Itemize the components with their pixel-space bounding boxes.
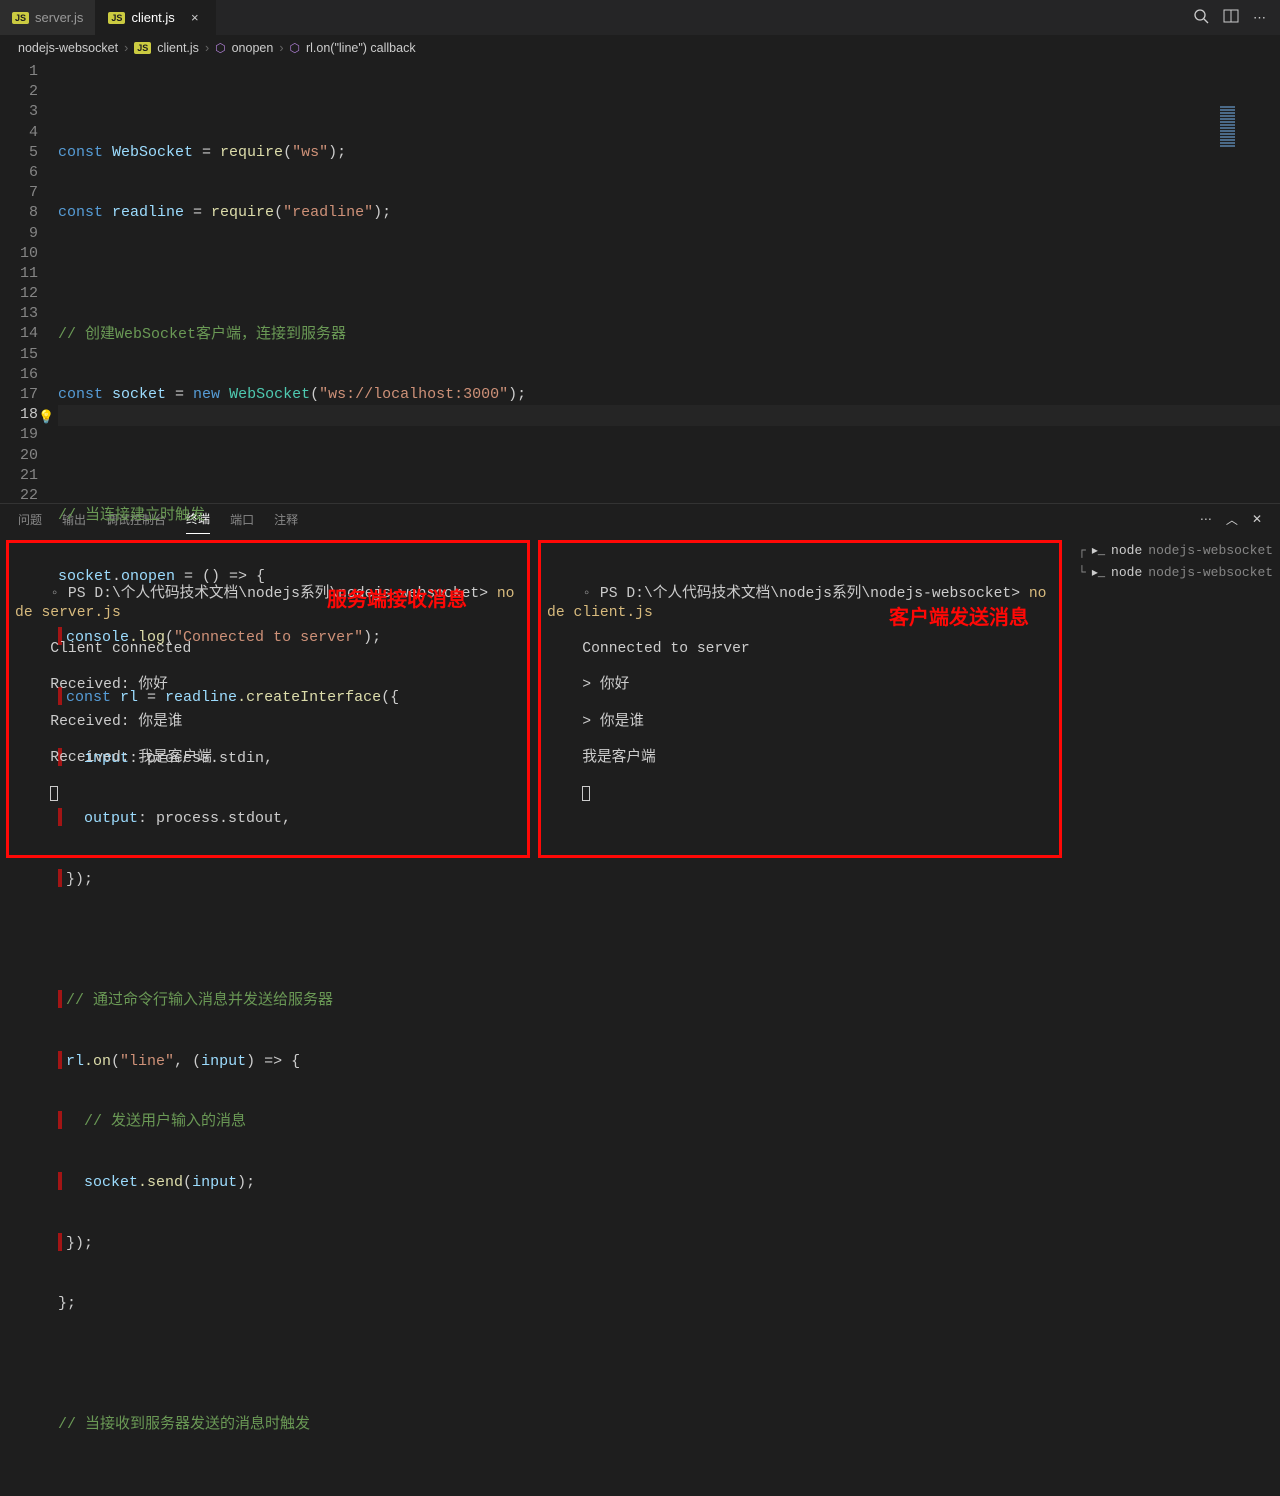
chevron-icon: › [279, 41, 283, 55]
symbol-icon: ⬡ [215, 41, 225, 55]
minimap[interactable] [1220, 66, 1270, 189]
tab-client[interactable]: JS client.js × [96, 0, 215, 35]
breadcrumb-symbol: rl.on("line") callback [306, 41, 416, 55]
js-icon: JS [108, 12, 125, 24]
breadcrumb-file: client.js [157, 41, 199, 55]
annotation-server: 服务端接收消息 [327, 591, 467, 609]
js-icon: JS [134, 42, 151, 54]
breadcrumb[interactable]: nodejs-websocket › JS client.js › ⬡ onop… [0, 35, 1280, 61]
current-line-highlight [58, 405, 1280, 425]
tab-bar: JS server.js JS client.js × ⋯ [0, 0, 1280, 35]
tab-server[interactable]: JS server.js [0, 0, 96, 35]
tab-actions: ⋯ [1193, 0, 1280, 35]
tab-label: client.js [131, 10, 174, 25]
lightbulb-icon[interactable]: 💡 [38, 408, 54, 428]
chevron-icon: › [124, 41, 128, 55]
tab-label: server.js [35, 10, 83, 25]
breadcrumb-root: nodejs-websocket [18, 41, 118, 55]
more-icon[interactable]: ⋯ [1253, 10, 1266, 26]
terminal-server[interactable]: 服务端接收消息 ◦ PS D:\个人代码技术文档\nodejs系列\nodejs… [6, 540, 530, 858]
close-icon[interactable]: × [187, 10, 203, 25]
line-gutter: 1 2 3 4 5 6 7 8 9 10 11 12 13 14 15 16 1… [0, 62, 58, 503]
js-icon: JS [12, 12, 29, 24]
search-icon[interactable] [1193, 8, 1209, 27]
terminal-client[interactable]: 客户端发送消息 ◦ PS D:\个人代码技术文档\nodejs系列\nodejs… [538, 540, 1062, 858]
terminal-cursor [582, 786, 590, 801]
split-icon[interactable] [1223, 8, 1239, 27]
breadcrumb-symbol: onopen [232, 41, 274, 55]
code-editor[interactable]: 1 2 3 4 5 6 7 8 9 10 11 12 13 14 15 16 1… [0, 61, 1280, 503]
panel-tab-problems[interactable]: 问题 [18, 505, 42, 534]
annotation-client: 客户端发送消息 [889, 609, 1029, 627]
symbol-icon: ⬡ [289, 41, 299, 55]
code-area[interactable]: 💡 const WebSocket = require("ws"); const… [58, 62, 1280, 503]
chevron-icon: › [205, 41, 209, 55]
terminal-cursor [50, 786, 58, 801]
